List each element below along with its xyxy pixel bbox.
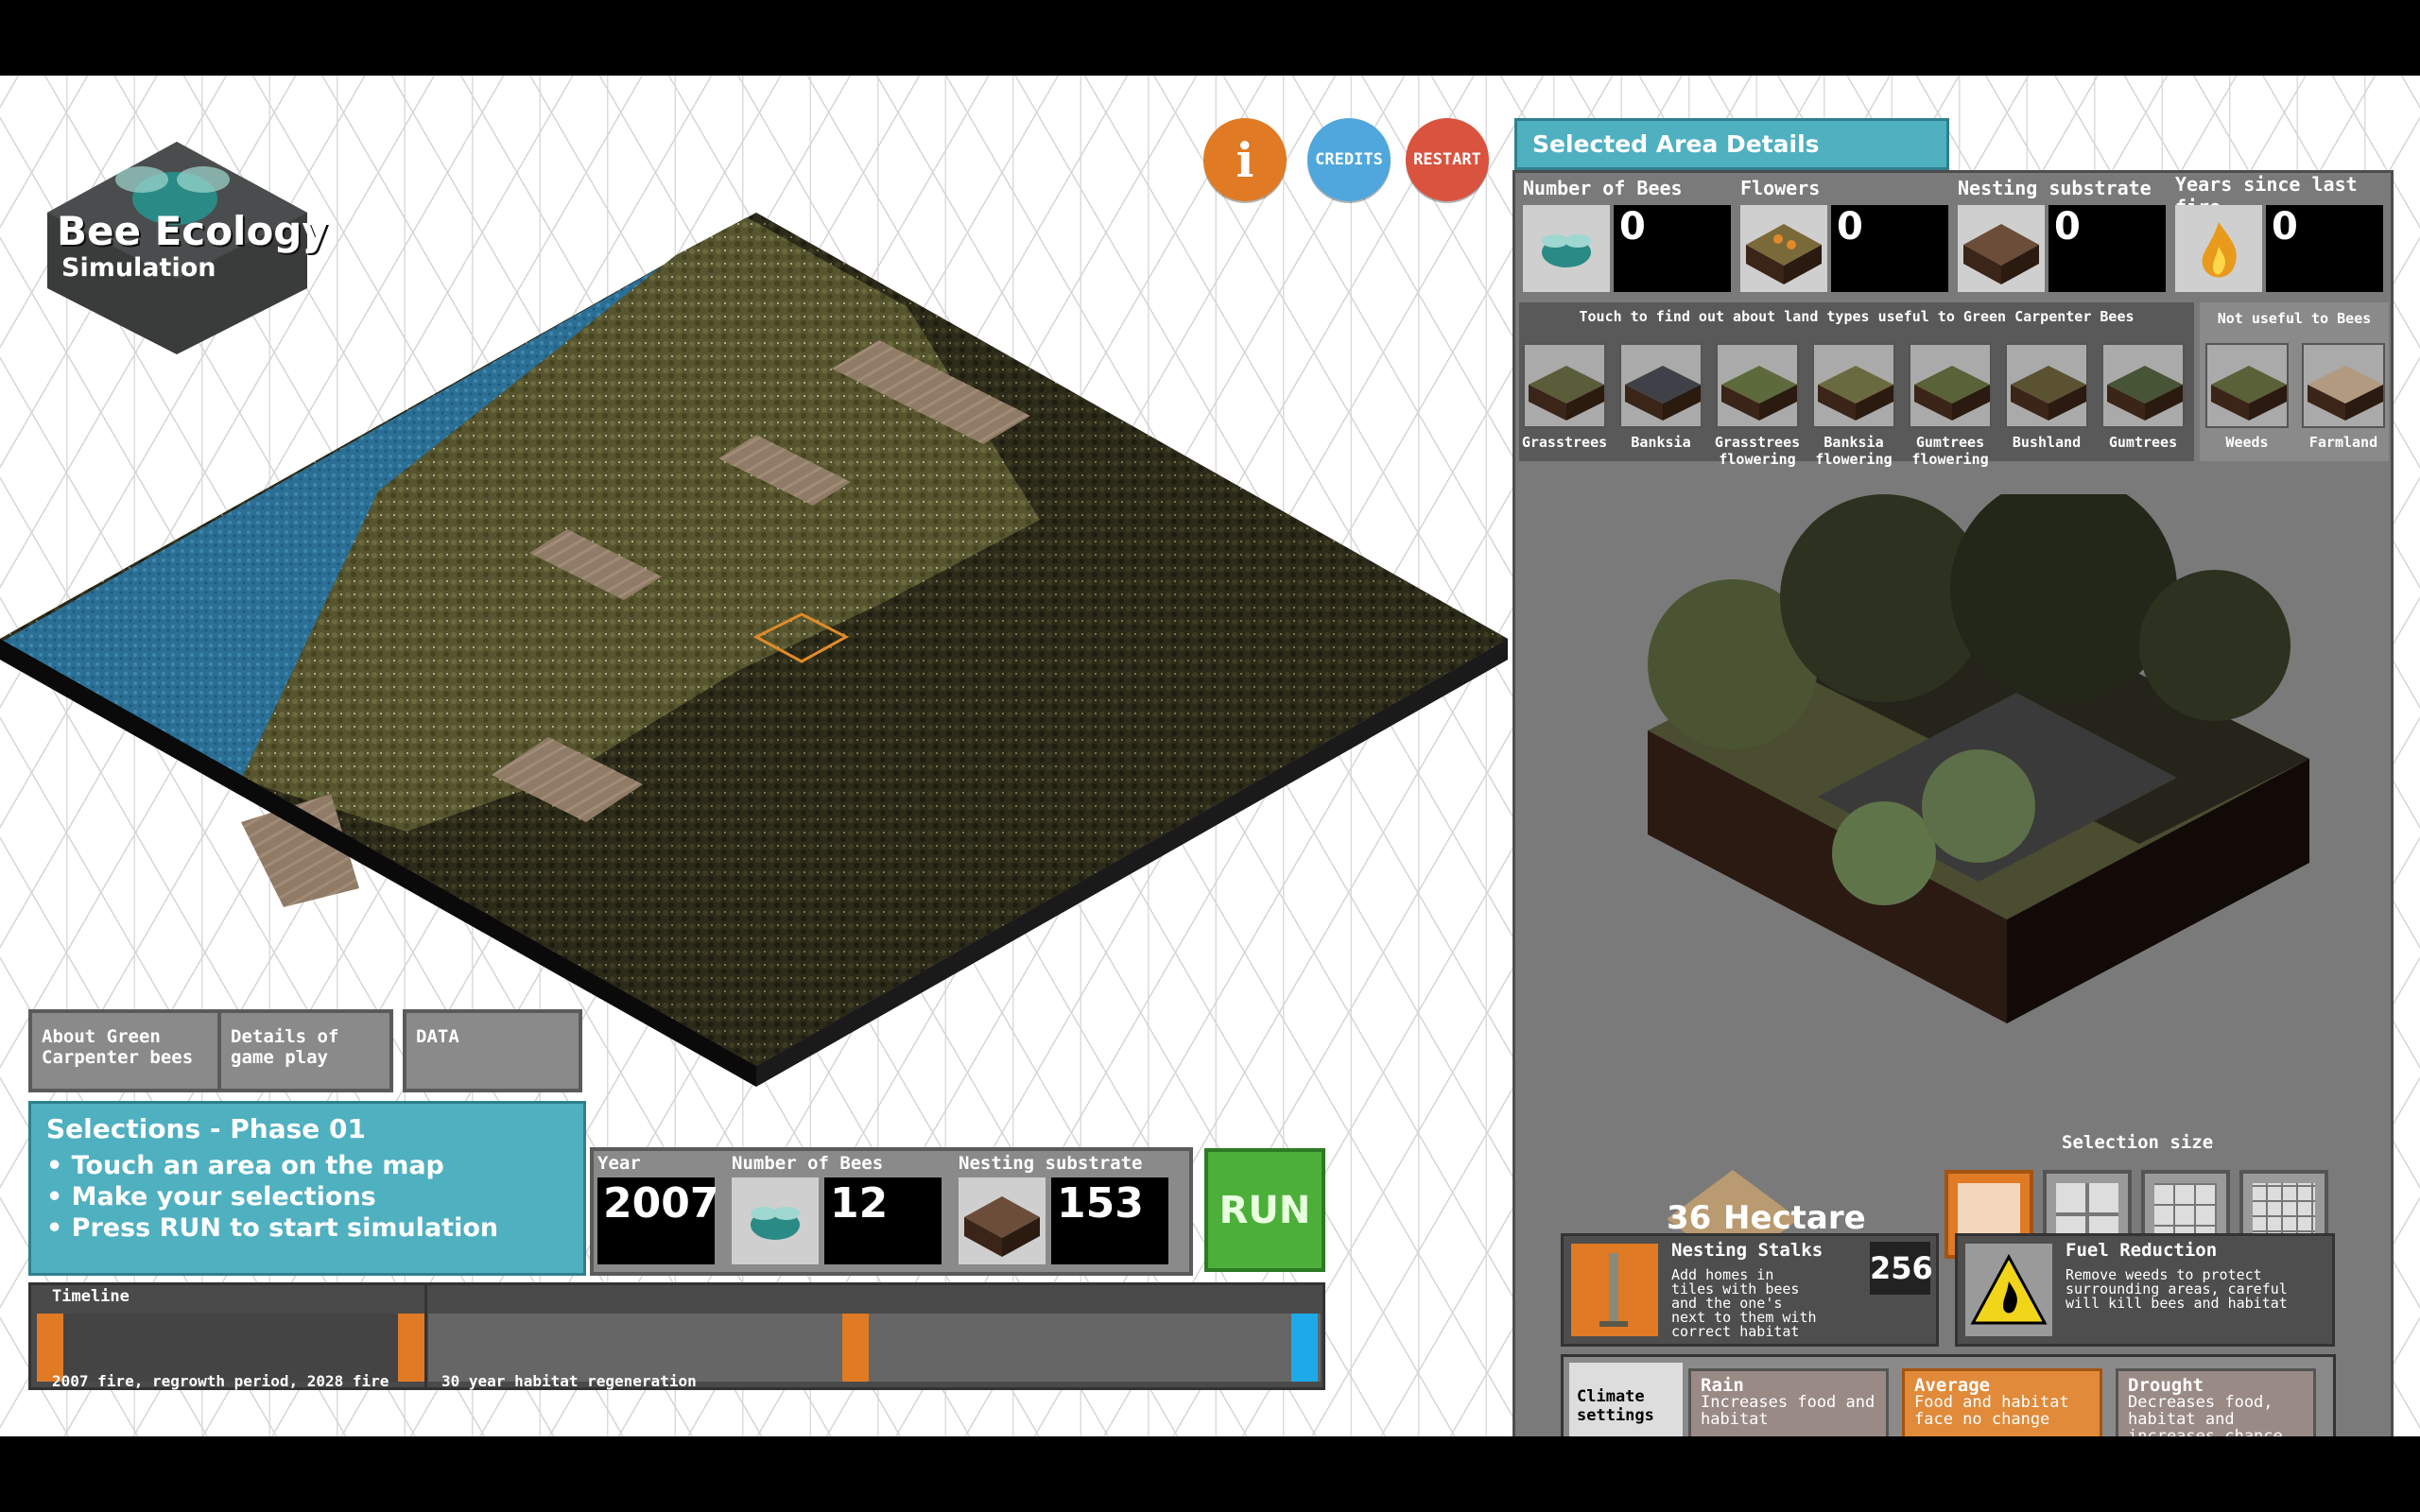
tab-label-line1: DATA [416, 1026, 459, 1047]
global-stats-panel: Year 2007 Number of Bees 12 Nesting subs… [590, 1147, 1193, 1276]
run-button[interactable]: RUN [1204, 1148, 1325, 1272]
timeline-left-caption: 2007 fire, regrowth period, 2028 fire [52, 1372, 389, 1390]
climate-label: Climate settings [1569, 1363, 1683, 1436]
land-type-sublabel: flowering [1719, 451, 1796, 468]
land-type-label: Bushland [2012, 434, 2082, 451]
tab-label-line1: About Green [42, 1026, 161, 1047]
tab-label-line2: Carpenter bees [42, 1047, 194, 1068]
logo-subtitle: Simulation [61, 253, 216, 283]
not-useful-tile-2[interactable] [2302, 343, 2385, 428]
climate-option-title: Average [1914, 1375, 1991, 1396]
flowers-icon [1740, 205, 1827, 292]
area-unit: Hectare [1723, 1199, 1866, 1237]
nesting-value: 153 [1051, 1177, 1168, 1264]
tab-label-line1: Details of [231, 1026, 339, 1047]
selections-item: • Touch an area on the map [46, 1151, 444, 1180]
land-type-tile-2[interactable] [1619, 343, 1703, 428]
climate-rain-button[interactable]: Rain Increases food and habitat [1688, 1368, 1889, 1436]
land-type-tile-1[interactable] [1523, 343, 1606, 428]
logo-title: Bee Ecology [57, 208, 328, 254]
tab-data[interactable]: DATA [403, 1009, 582, 1092]
tab-about-bees[interactable]: About Green Carpenter bees [28, 1009, 229, 1092]
climate-option-desc: Decreases food, habitat and increases ch… [2128, 1393, 2283, 1436]
nesting-icon [1958, 205, 2045, 292]
counter-value-fire: 0 [2266, 205, 2383, 292]
selections-title: Selections - Phase 01 [46, 1113, 366, 1144]
game-stage: Bee Ecology Simulation i CREDITS RESTART… [0, 76, 2420, 1436]
timeline-fire-marker [398, 1314, 424, 1382]
climate-option-title: Rain [1701, 1375, 1744, 1396]
land-type-tile-5[interactable] [1909, 343, 1992, 428]
land-type-tile-3[interactable] [1716, 343, 1799, 428]
land-type-label: Gumtrees [1915, 434, 1985, 451]
selected-area-panel: Number of Bees 0 Flowers 0 Nesting subst… [1512, 170, 2394, 1436]
credits-button[interactable]: CREDITS [1307, 118, 1391, 201]
not-useful-label: Weeds [2225, 434, 2269, 451]
climate-settings: Climate settings Rain Increases food and… [1561, 1354, 2336, 1436]
tab-game-play[interactable]: Details of game play [217, 1009, 393, 1092]
land-type-label: Grasstrees [1521, 434, 1608, 451]
bee-icon [1523, 205, 1610, 292]
counter-label-bees: Number of Bees [1523, 177, 1683, 199]
timeline-divider [424, 1285, 427, 1389]
restart-button[interactable]: RESTART [1406, 118, 1489, 201]
nesting-stalks-count: 256 [1870, 1242, 1933, 1295]
climate-option-desc: Food and habitat face no change [1914, 1393, 2069, 1429]
tab-label-line2: game play [231, 1047, 328, 1068]
counter-label-nesting: Nesting substrate [1958, 177, 2152, 199]
fuel-reduction-desc: Remove weeds to protect surrounding area… [2066, 1266, 2288, 1312]
land-type-tile-7[interactable] [2101, 343, 2185, 428]
fuel-reduction-title: Fuel Reduction [2066, 1240, 2218, 1261]
nesting-icon [959, 1177, 1046, 1264]
nesting-stalks-desc: Add homes in tiles with bees and the one… [1671, 1266, 1817, 1340]
climate-option-desc: Increases food and habitat [1701, 1393, 1876, 1429]
year-value: 2007 [597, 1177, 718, 1264]
climate-average-button[interactable]: Average Food and habitat face no change [1902, 1368, 2102, 1436]
nesting-stalk-icon [1571, 1244, 1658, 1336]
bee-icon [732, 1177, 819, 1264]
land-type-tile-6[interactable] [2005, 343, 2088, 428]
climate-drought-button[interactable]: Drought Decreases food, habitat and incr… [2116, 1368, 2316, 1436]
timeline-right-caption: 30 year habitat regeneration [441, 1372, 697, 1390]
flammable-warning-icon [1965, 1244, 2052, 1336]
nesting-label: Nesting substrate [959, 1153, 1143, 1174]
land-type-label: Banksia [1824, 434, 1884, 451]
area-preview [1648, 494, 2309, 1023]
nesting-stalks-card[interactable]: Nesting Stalks Add homes in tiles with b… [1561, 1233, 1939, 1347]
timeline-current-marker [1291, 1314, 1318, 1382]
year-label: Year [597, 1153, 641, 1174]
fuel-reduction-card[interactable]: Fuel Reduction Remove weeds to protect s… [1955, 1233, 2335, 1347]
counter-label-flowers: Flowers [1740, 177, 1821, 199]
land-type-label: Banksia [1631, 434, 1691, 451]
nesting-stalks-title: Nesting Stalks [1671, 1240, 1824, 1261]
counter-value-bees: 0 [1614, 205, 1731, 292]
selections-panel: Selections - Phase 01 • Touch an area on… [28, 1101, 586, 1276]
not-useful-label: Farmland [2308, 434, 2378, 451]
panel-header: Selected Area Details [1514, 118, 1949, 170]
useful-land-title: Touch to find out about land types usefu… [1579, 308, 2135, 325]
timeline-title: Timeline [52, 1287, 130, 1306]
area-value: 36 [1667, 1199, 1712, 1237]
bees-value: 12 [824, 1177, 942, 1264]
counter-value-nesting: 0 [2048, 205, 2166, 292]
land-type-label: Gumtrees [2108, 434, 2178, 451]
info-button[interactable]: i [1203, 118, 1287, 201]
timeline-fire-marker [842, 1314, 869, 1382]
bees-label: Number of Bees [732, 1153, 884, 1174]
fire-icon [2175, 205, 2262, 292]
land-type-sublabel: flowering [1911, 451, 1989, 468]
selections-item: • Press RUN to start simulation [46, 1213, 499, 1243]
counter-value-flowers: 0 [1831, 205, 1948, 292]
not-useful-title: Not useful to Bees [2217, 310, 2372, 327]
climate-option-title: Drought [2128, 1375, 2204, 1396]
not-useful-tile-1[interactable] [2205, 343, 2289, 428]
land-type-tile-4[interactable] [1812, 343, 1895, 428]
selections-item: • Make your selections [46, 1182, 376, 1211]
land-type-sublabel: flowering [1815, 451, 1893, 468]
land-type-label: Grasstrees [1714, 434, 1801, 451]
timeline: Timeline 2007 fire, regrowth period, 202… [28, 1282, 1325, 1390]
selection-size-label: Selection size [2062, 1132, 2214, 1153]
